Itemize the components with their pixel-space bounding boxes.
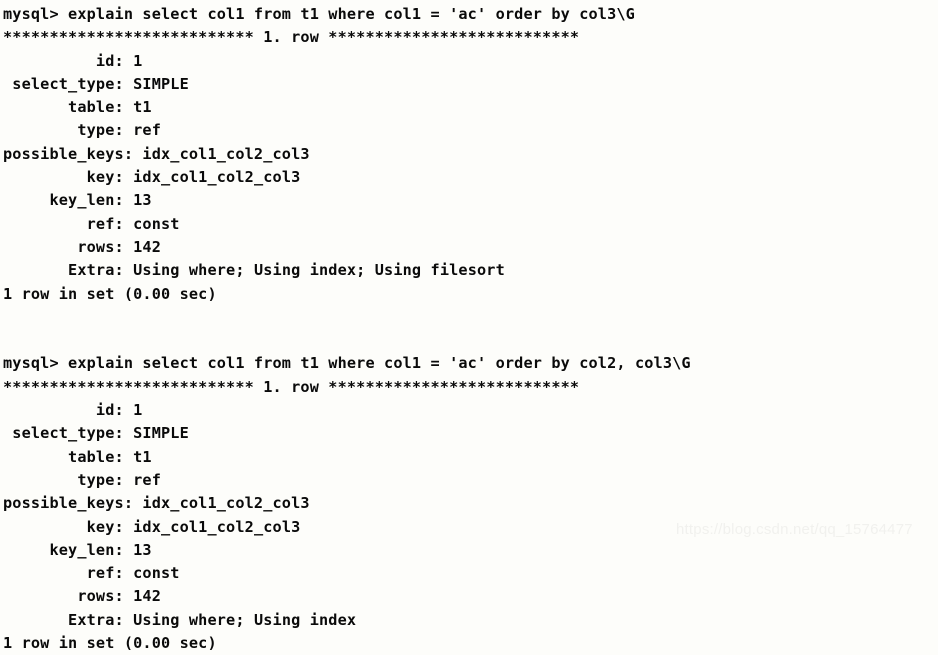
field-value: 142	[133, 587, 162, 606]
field-value: ref	[133, 470, 162, 489]
field-label: id:	[3, 401, 134, 420]
field-label: select_type:	[3, 74, 134, 93]
field-value: 1	[133, 51, 143, 70]
field-value: Using where; Using index	[133, 610, 357, 629]
field-label: id:	[3, 51, 134, 70]
explain-field-row: select_type: SIMPLE	[3, 422, 938, 445]
explain-field-row: select_type: SIMPLE	[3, 73, 938, 96]
field-label: select_type:	[3, 424, 134, 443]
field-label: ref:	[3, 564, 134, 583]
terminal-output[interactable]: mysql> explain select col1 from t1 where…	[0, 0, 938, 652]
field-value: 1	[133, 401, 143, 420]
field-label: Extra:	[3, 261, 134, 280]
field-value: SIMPLE	[133, 74, 189, 93]
field-label: possible_keys:	[3, 144, 143, 163]
result-summary: 1 row in set (0.00 sec)	[3, 284, 217, 303]
explain-field-row: id: 1	[3, 50, 938, 73]
explain-field-row: rows: 142	[3, 236, 938, 259]
field-value: SIMPLE	[133, 424, 189, 443]
field-label: ref:	[3, 214, 134, 233]
field-label: table:	[3, 447, 134, 466]
result-summary: 1 row in set (0.00 sec)	[3, 634, 217, 653]
field-value: idx_col1_col2_col3	[133, 168, 301, 187]
field-value: 13	[133, 540, 152, 559]
field-label: table:	[3, 98, 134, 117]
explain-field-row: possible_keys: idx_col1_col2_col3	[3, 143, 938, 166]
field-value: 142	[133, 237, 162, 256]
row-separator: *************************** 1. row *****…	[3, 377, 580, 396]
explain-field-row: ref: const	[3, 562, 938, 585]
field-value: const	[133, 214, 180, 233]
field-label: Extra:	[3, 610, 134, 629]
command-line: mysql> explain select col1 from t1 where…	[3, 354, 691, 373]
field-label: type:	[3, 470, 134, 489]
explain-field-row: ref: const	[3, 213, 938, 236]
field-label: rows:	[3, 587, 134, 606]
explain-field-row: type: ref	[3, 119, 938, 142]
explain-field-row: key: idx_col1_col2_col3	[3, 166, 938, 189]
field-value: idx_col1_col2_col3	[133, 517, 301, 536]
field-label: key:	[3, 517, 134, 536]
command-line: mysql> explain select col1 from t1 where…	[3, 5, 635, 23]
field-value: t1	[133, 447, 152, 466]
explain-field-row: Extra: Using where; Using index; Using f…	[3, 259, 938, 282]
field-value: Using where; Using index; Using filesort	[133, 261, 505, 280]
explain-field-row: key_len: 13	[3, 189, 938, 212]
field-value: 13	[133, 191, 152, 210]
field-value: ref	[133, 121, 162, 140]
explain-field-row: id: 1	[3, 399, 938, 422]
field-label: key_len:	[3, 540, 134, 559]
field-value: idx_col1_col2_col3	[142, 144, 310, 163]
explain-field-row: table: t1	[3, 446, 938, 469]
explain-field-row: possible_keys: idx_col1_col2_col3	[3, 492, 938, 515]
explain-field-row: table: t1	[3, 96, 938, 119]
field-label: type:	[3, 121, 134, 140]
field-label: key:	[3, 168, 134, 187]
explain-field-row: rows: 142	[3, 585, 938, 608]
field-label: possible_keys:	[3, 494, 143, 513]
field-value: idx_col1_col2_col3	[142, 494, 310, 513]
field-value: const	[133, 564, 180, 583]
explain-field-row: Extra: Using where; Using index	[3, 609, 938, 632]
row-separator: *************************** 1. row *****…	[3, 28, 580, 47]
explain-field-row: key_len: 13	[3, 539, 938, 562]
watermark-url: https://blog.csdn.net/qq_15764477	[676, 521, 913, 538]
field-value: t1	[133, 98, 152, 117]
explain-field-row: type: ref	[3, 469, 938, 492]
field-label: key_len:	[3, 191, 134, 210]
field-label: rows:	[3, 237, 134, 256]
